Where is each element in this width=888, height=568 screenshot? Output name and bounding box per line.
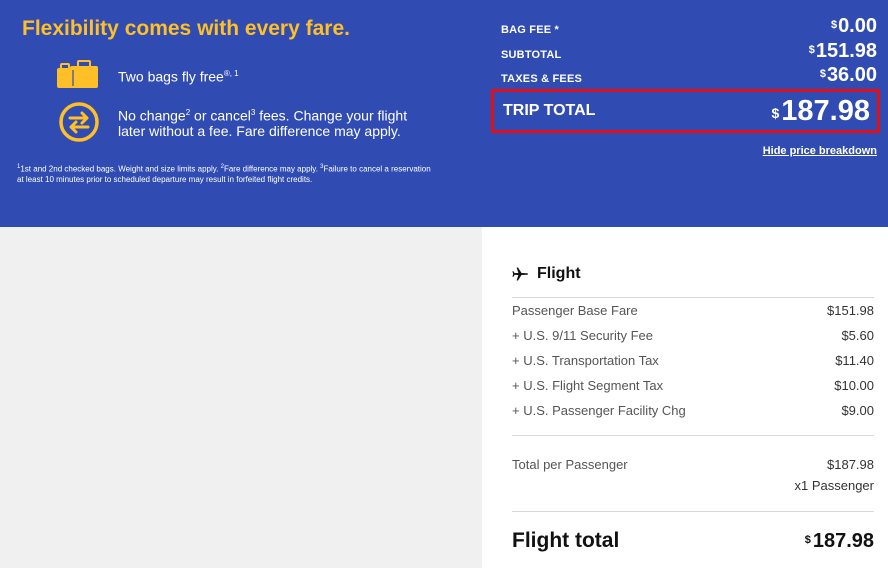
per-passenger-label: Total per Passenger <box>512 457 628 472</box>
subtotal-label: SUBTOTAL <box>501 49 562 61</box>
taxes-label: TAXES & FEES <box>501 73 583 85</box>
perk-no-fees: No change2 or cancel3 fees. Change your … <box>56 101 418 143</box>
flight-section-header: Flight <box>512 265 581 283</box>
fare-line-label: + U.S. Passenger Facility Chg <box>512 403 686 418</box>
fare-line-label: Passenger Base Fare <box>512 303 638 318</box>
fare-line: + U.S. 9/11 Security Fee $5.60 <box>512 328 874 343</box>
bag-fee-label: BAG FEE * <box>501 24 560 36</box>
hide-price-breakdown-link[interactable]: Hide price breakdown <box>763 145 877 157</box>
footnote: 11st and 2nd checked bags. Weight and si… <box>17 164 431 184</box>
fare-line-amount: $11.40 <box>835 353 874 368</box>
fare-line-label: + U.S. Transportation Tax <box>512 353 659 368</box>
price-banner: Flexibility comes with every fare. Two b… <box>0 0 888 227</box>
per-passenger-value: $187.98 <box>827 457 874 472</box>
flight-total-value: $187.98 <box>804 530 874 552</box>
fare-line-label: + U.S. 9/11 Security Fee <box>512 328 654 343</box>
fare-line-amount: $9.00 <box>841 403 874 418</box>
bags-perk-text: Two bags fly free®, 1 <box>118 68 239 85</box>
passenger-count: x1 Passenger <box>794 478 875 493</box>
flight-total-row: Flight total $187.98 <box>512 529 874 553</box>
fare-line-label: + U.S. Flight Segment Tax <box>512 378 664 393</box>
airplane-icon <box>512 267 528 281</box>
divider <box>512 511 874 512</box>
bag-fee-row: BAG FEE * $0.00 <box>501 16 877 36</box>
flight-section-title: Flight <box>537 265 581 282</box>
fare-line-amount: $151.98 <box>827 303 874 318</box>
no-fees-perk-text: No change2 or cancel3 fees. Change your … <box>118 107 408 140</box>
taxes-value: $36.00 <box>819 64 877 86</box>
per-passenger-row: Total per Passenger $187.98 <box>512 457 874 472</box>
price-breakdown-panel: Flight Passenger Base Fare $151.98 + U.S… <box>482 227 888 568</box>
promo-title: Flexibility comes with every fare. <box>22 17 350 40</box>
divider <box>512 435 874 436</box>
fare-line-amount: $5.60 <box>841 328 874 343</box>
perk-bags: Two bags fly free®, 1 <box>56 60 239 90</box>
fare-line: Passenger Base Fare $151.98 <box>512 303 874 318</box>
luggage-icon <box>56 60 100 90</box>
divider <box>512 297 874 298</box>
fare-line: + U.S. Passenger Facility Chg $9.00 <box>512 403 874 418</box>
bag-fee-value: $0.00 <box>830 15 877 37</box>
fare-line: + U.S. Flight Segment Tax $10.00 <box>512 378 874 393</box>
subtotal-row: SUBTOTAL $151.98 <box>501 41 877 61</box>
exchange-icon <box>58 101 100 143</box>
flight-total-label: Flight total <box>512 529 620 552</box>
passenger-count-row: x1 Passenger <box>512 478 875 493</box>
trip-total-box: TRIP TOTAL $187.98 <box>491 89 880 133</box>
fare-line: + U.S. Transportation Tax $11.40 <box>512 353 874 368</box>
taxes-row: TAXES & FEES $36.00 <box>501 65 877 85</box>
trip-total-label: TRIP TOTAL <box>503 102 596 119</box>
fare-line-amount: $10.00 <box>834 378 874 393</box>
trip-total-value: $187.98 <box>771 95 871 127</box>
subtotal-value: $151.98 <box>808 40 877 62</box>
